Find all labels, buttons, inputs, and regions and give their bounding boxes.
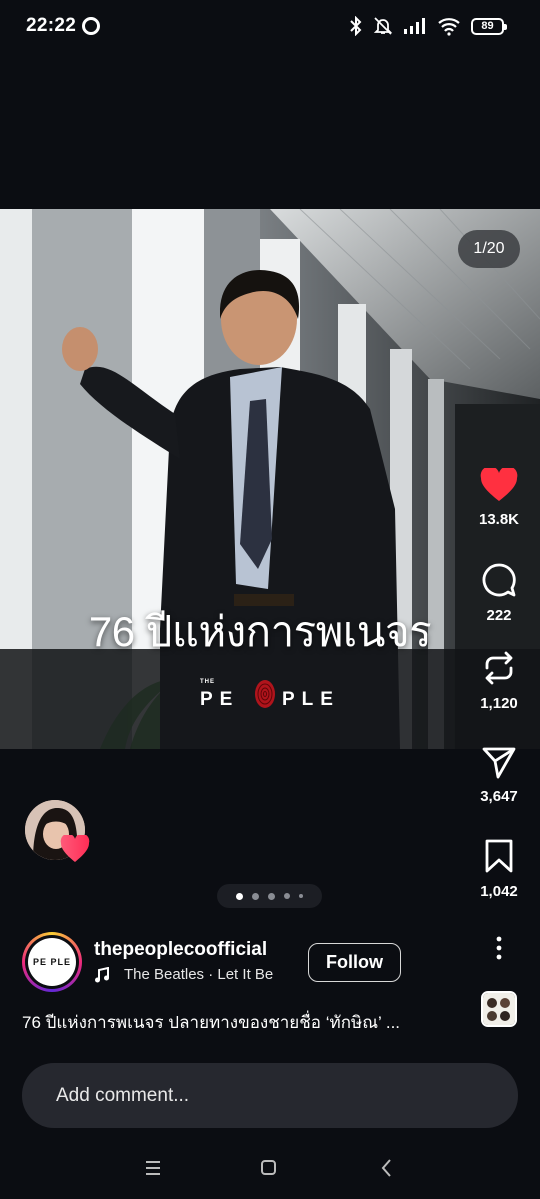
save-count: 1,042: [480, 883, 518, 900]
comment-box[interactable]: Add comment...: [22, 1063, 518, 1128]
dot: [252, 892, 259, 900]
comment-count: 222: [486, 607, 512, 624]
profile-avatar[interactable]: PE PLE: [22, 932, 82, 992]
post-caption[interactable]: 76 ปีแห่งการพเนจร ปลายทางของชายชื่อ ‘ทัก…: [22, 1009, 452, 1036]
heart-badge-icon: [60, 835, 90, 862]
username[interactable]: thepeoplecoofficial: [94, 939, 267, 961]
image-counter: 1/20: [458, 230, 520, 268]
profile-avatar-frame: PE PLE: [25, 935, 79, 989]
music-note-icon: [95, 966, 109, 982]
music-track-label: The Beatles · Let It Be: [124, 966, 274, 983]
battery-level: 89: [481, 20, 494, 32]
music-track[interactable]: The Beatles · Let It Be: [94, 966, 273, 983]
send-icon[interactable]: [481, 745, 517, 779]
bookmark-icon[interactable]: [484, 838, 514, 874]
comment-action[interactable]: 222: [468, 562, 530, 624]
status-icons: 89: [349, 14, 507, 38]
more-options-icon[interactable]: [493, 935, 505, 961]
share-action[interactable]: 3,647: [468, 745, 530, 805]
mute-icon: [373, 17, 393, 35]
brand-text-right: PLE: [282, 689, 340, 710]
comment-input[interactable]: Add comment...: [56, 1085, 189, 1107]
like-count: 13.8K: [478, 511, 520, 528]
like-action[interactable]: 13.8K: [468, 468, 530, 528]
comment-icon[interactable]: [481, 562, 517, 598]
repost-icon[interactable]: [481, 650, 517, 686]
follow-button[interactable]: Follow: [308, 943, 401, 982]
audio-thumbnail[interactable]: [481, 991, 517, 1027]
photo-illustration: [0, 209, 540, 749]
back-icon[interactable]: [372, 1156, 402, 1180]
recents-icon[interactable]: [138, 1156, 168, 1180]
heart-icon[interactable]: [480, 468, 518, 502]
dot: [284, 893, 290, 899]
wifi-icon: [438, 18, 460, 36]
fingerprint-icon: [255, 680, 275, 708]
system-nav-bar: [0, 1140, 540, 1199]
carousel-indicator: [217, 884, 322, 908]
home-icon[interactable]: [253, 1156, 283, 1180]
post-headline: 76 ปีแห่งการพเนจร: [88, 608, 432, 655]
record-icon: [82, 17, 100, 35]
bluetooth-icon: [350, 16, 362, 36]
audio-cover-art: [483, 993, 515, 1025]
signal-icon: [404, 18, 425, 34]
dot: [268, 892, 275, 900]
status-time: 22:22: [26, 15, 77, 36]
battery-icon: 89: [471, 17, 507, 35]
profile-avatar-logo: PE PLE: [28, 938, 76, 986]
repost-count: 1,120: [480, 695, 518, 712]
share-count: 3,647: [480, 788, 518, 805]
dot: [299, 894, 303, 898]
brand-text-left: PE: [200, 689, 240, 710]
save-action[interactable]: 1,042: [468, 838, 530, 900]
post-photo[interactable]: 1/20 76 ปีแห่งการพเนจร THE PE PLE: [0, 209, 540, 749]
repost-action[interactable]: 1,120: [468, 650, 530, 712]
brand-logo: THE PE PLE: [200, 675, 340, 715]
dot-active: [236, 892, 243, 900]
brand-small-text: THE: [200, 679, 215, 685]
status-bar: 22:22 89: [0, 0, 540, 52]
